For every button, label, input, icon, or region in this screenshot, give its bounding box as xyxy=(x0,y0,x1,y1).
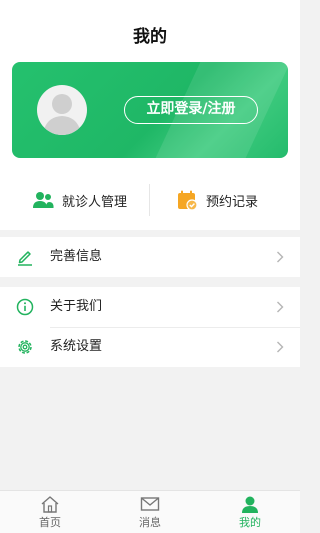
menu-group-profile: 完善信息 xyxy=(0,237,300,277)
menu-item-about[interactable]: 关于我们 xyxy=(0,287,300,327)
login-register-button[interactable]: 立即登录/注册 xyxy=(124,96,258,124)
chevron-right-icon xyxy=(277,301,284,313)
info-icon xyxy=(16,298,34,316)
user-icon xyxy=(242,496,258,513)
home-icon xyxy=(41,496,59,513)
tab-label: 首页 xyxy=(39,516,61,529)
appointment-records-label: 预约记录 xyxy=(206,194,259,210)
quick-divider xyxy=(149,184,150,216)
top-section: 我的 立即登录/注册 就诊人管理 预约记录 xyxy=(0,0,300,230)
avatar-placeholder-icon xyxy=(43,94,81,135)
chevron-right-icon xyxy=(277,341,284,353)
tab-home[interactable]: 首页 xyxy=(0,491,100,533)
tab-mine[interactable]: 我的 xyxy=(200,491,300,533)
patients-icon xyxy=(33,192,54,208)
menu-item-profile-info[interactable]: 完善信息 xyxy=(0,237,300,277)
quick-actions: 就诊人管理 预约记录 xyxy=(0,180,300,220)
patient-management-label: 就诊人管理 xyxy=(62,194,128,210)
patient-management-button[interactable]: 就诊人管理 xyxy=(32,180,127,220)
mail-icon xyxy=(140,497,160,511)
tab-label: 我的 xyxy=(239,516,261,529)
bottom-tab-bar: 首页 消息 我的 xyxy=(0,490,300,533)
gear-icon xyxy=(18,340,32,354)
menu-item-label: 完善信息 xyxy=(50,249,103,264)
profile-card[interactable]: 立即登录/注册 xyxy=(12,62,288,158)
menu-item-label: 系统设置 xyxy=(50,339,103,354)
edit-icon xyxy=(18,251,32,266)
appointment-icon xyxy=(178,190,198,211)
menu-group-app: 关于我们 系统设置 xyxy=(0,287,300,367)
tab-messages[interactable]: 消息 xyxy=(100,491,200,533)
page-title: 我的 xyxy=(133,27,167,47)
menu-item-settings[interactable]: 系统设置 xyxy=(0,327,300,367)
chevron-right-icon xyxy=(277,251,284,263)
tab-label: 消息 xyxy=(139,516,161,529)
avatar[interactable] xyxy=(37,85,87,135)
appointment-records-button[interactable]: 预约记录 xyxy=(176,180,258,220)
menu-item-label: 关于我们 xyxy=(50,299,103,314)
